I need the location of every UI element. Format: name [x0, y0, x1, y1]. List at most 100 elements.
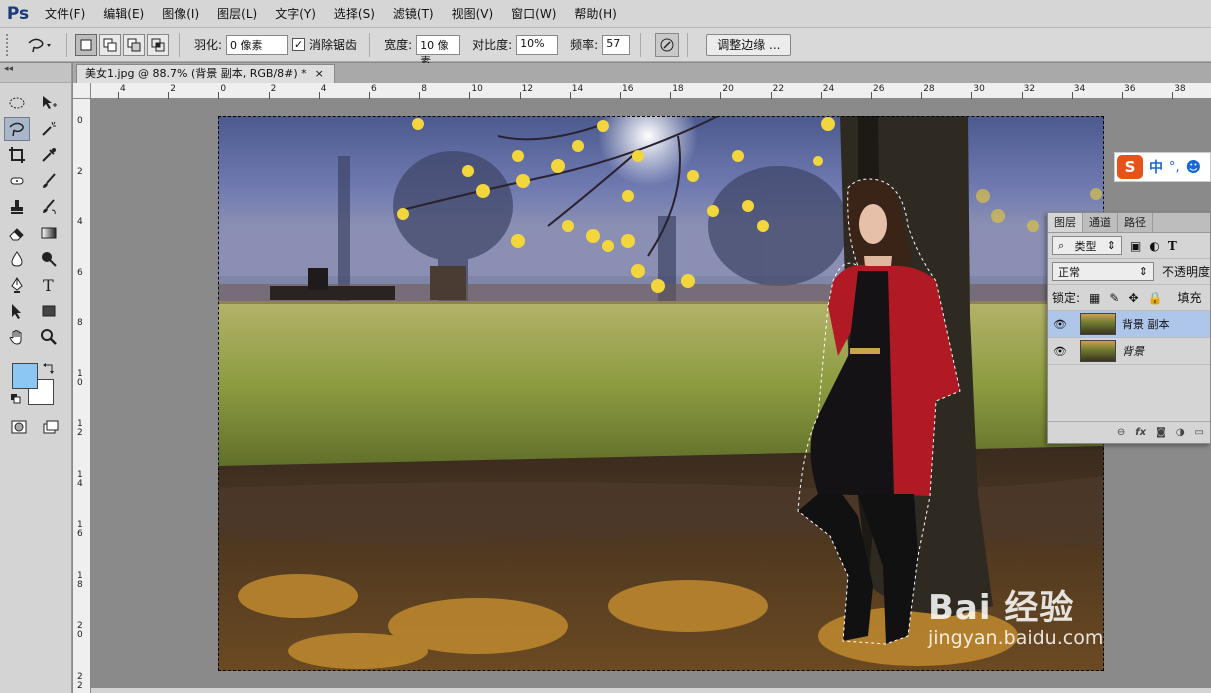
eye-icon[interactable]: 👁	[1048, 318, 1072, 331]
intersect-selection-button[interactable]	[147, 33, 169, 56]
lock-transparent-icon[interactable]: ▦	[1089, 291, 1100, 305]
tab-layers[interactable]: 图层	[1048, 213, 1083, 232]
subtract-selection-button[interactable]	[123, 33, 145, 56]
crop-icon	[9, 147, 25, 163]
ruler-tick-label: 2	[77, 166, 83, 177]
layer-row-background-copy[interactable]: 👁 背景 副本	[1048, 311, 1210, 338]
layer-row-background[interactable]: 👁 背景	[1048, 338, 1210, 365]
ime-chinese-mode[interactable]: 中	[1149, 157, 1163, 177]
pen-pressure-button[interactable]	[655, 32, 680, 57]
brush-tool[interactable]	[36, 169, 62, 193]
menu-type[interactable]: 文字(Y)	[266, 0, 325, 28]
blend-mode-select[interactable]: 正常 ⇕	[1052, 262, 1154, 281]
add-to-selection-button[interactable]	[99, 33, 121, 56]
gradient-tool[interactable]	[36, 221, 62, 245]
svg-text:T: T	[43, 276, 54, 294]
options-grip[interactable]	[6, 33, 14, 56]
move-tool[interactable]	[36, 91, 62, 115]
filter-type-icon[interactable]: T	[1168, 239, 1177, 253]
mask-icon[interactable]: ◙	[1156, 427, 1166, 438]
healing-brush-tool[interactable]	[4, 169, 30, 193]
layer-filter-select[interactable]: ⌕ 类型 ⇕	[1052, 236, 1122, 255]
blur-tool[interactable]	[4, 247, 30, 271]
adjustment-icon[interactable]: ◑	[1176, 427, 1185, 438]
type-tool[interactable]: T	[36, 273, 62, 297]
eye-icon[interactable]: 👁	[1048, 345, 1072, 358]
swap-colors-icon[interactable]	[42, 361, 56, 375]
eyedropper-tool[interactable]	[36, 143, 62, 167]
menu-window[interactable]: 窗口(W)	[502, 0, 565, 28]
foreground-color-swatch[interactable]	[12, 363, 38, 389]
ruler-tick	[318, 92, 320, 99]
menu-image[interactable]: 图像(I)	[153, 0, 208, 28]
ime-emoji-icon[interactable]: ☻	[1186, 158, 1202, 176]
eraser-icon	[9, 228, 24, 241]
ruler-tick-label: 6	[371, 84, 377, 94]
water-drop-icon	[11, 251, 23, 267]
ruler-origin[interactable]	[73, 83, 91, 99]
path-selection-tool[interactable]	[4, 299, 30, 323]
filter-adjustment-icon[interactable]: ◐	[1149, 239, 1159, 253]
history-brush-tool[interactable]	[36, 195, 62, 219]
magnifier-icon	[41, 329, 57, 345]
ruler-tick	[1021, 92, 1023, 99]
new-selection-icon	[80, 39, 92, 50]
width-label: 宽度:	[384, 38, 413, 52]
fx-icon[interactable]: fx	[1135, 427, 1146, 438]
feather-input[interactable]: 0 像素	[226, 34, 289, 55]
menu-view[interactable]: 视图(V)	[443, 0, 503, 28]
width-input[interactable]: 10 像素	[416, 34, 461, 68]
vertical-ruler[interactable]: 0 2 4 6 8 1 0 1 2 1 4 1 6 1 8 2 0 2 2	[73, 99, 91, 693]
tab-channels[interactable]: 通道	[1083, 213, 1118, 232]
document-tab[interactable]: 美女1.jpg @ 88.7% (背景 副本, RGB/8#) * ×	[76, 64, 335, 83]
dodge-tool[interactable]	[36, 247, 62, 271]
refine-edge-button[interactable]: 调整边缘 ...	[706, 33, 792, 56]
lock-position-icon[interactable]: ✥	[1128, 291, 1138, 305]
panel-tabs: 图层 通道 路径	[1048, 213, 1210, 233]
eraser-tool[interactable]	[4, 221, 30, 245]
antialias-checkbox[interactable]: ✓	[292, 38, 306, 51]
magnetic-lasso-tool[interactable]	[4, 117, 30, 141]
toolbox: ◂◂ T	[0, 63, 72, 693]
lock-image-icon[interactable]: ✎	[1109, 291, 1119, 305]
zoom-tool[interactable]	[36, 325, 62, 349]
contrast-input[interactable]: 10%	[516, 34, 559, 55]
ruler-tick	[118, 92, 119, 99]
menu-layer[interactable]: 图层(L)	[208, 0, 266, 28]
rectangle-tool[interactable]	[36, 299, 62, 323]
document-canvas[interactable]	[218, 116, 1104, 671]
horizontal-ruler[interactable]: 4 2 0 2 4 6 8 10 12 14 16 18 20 22 24 26 28 30 32 34 36 38	[91, 83, 1211, 99]
elliptical-marquee-tool[interactable]	[4, 91, 30, 115]
menu-filter[interactable]: 滤镜(T)	[384, 0, 443, 28]
hand-tool[interactable]	[4, 325, 30, 349]
menu-help[interactable]: 帮助(H)	[565, 0, 625, 28]
menu-edit[interactable]: 编辑(E)	[94, 0, 153, 28]
pen-tool[interactable]	[4, 273, 30, 297]
tool-preset-picker[interactable]	[22, 33, 58, 57]
ruler-tick-label: 4	[320, 84, 327, 94]
chevron-down-icon: ⇕	[1106, 239, 1116, 252]
crop-tool[interactable]	[4, 143, 30, 167]
frequency-input[interactable]: 57	[602, 34, 631, 55]
magic-wand-tool[interactable]	[36, 117, 62, 141]
toolbox-header[interactable]: ◂◂	[0, 63, 71, 83]
close-tab-icon[interactable]: ×	[315, 65, 324, 83]
tab-paths[interactable]: 路径	[1118, 213, 1153, 232]
separator	[687, 32, 689, 57]
default-colors-icon[interactable]	[10, 393, 22, 405]
folder-icon[interactable]: ▭	[1195, 427, 1204, 438]
filter-pixel-icon[interactable]: ▣	[1130, 239, 1141, 253]
ime-toolbar[interactable]: S 中 °, ☻	[1114, 152, 1211, 182]
quick-mask-button[interactable]	[6, 415, 32, 439]
link-icon[interactable]: ⊖	[1117, 427, 1125, 438]
options-bar: 羽化: 0 像素 ✓ 消除锯齿 宽度: 10 像素 对比度: 10% 频率: 5…	[0, 28, 1211, 68]
ruler-tick-label: 0	[220, 84, 227, 94]
menu-select[interactable]: 选择(S)	[325, 0, 384, 28]
menu-file[interactable]: 文件(F)	[36, 0, 94, 28]
lock-all-icon[interactable]: 🔒	[1148, 291, 1163, 305]
screen-mode-button[interactable]	[38, 415, 64, 439]
ime-punctuation-mode[interactable]: °,	[1169, 160, 1180, 175]
quick-mask-icon	[11, 420, 27, 434]
new-selection-button[interactable]	[75, 33, 97, 56]
clone-stamp-tool[interactable]	[4, 195, 30, 219]
